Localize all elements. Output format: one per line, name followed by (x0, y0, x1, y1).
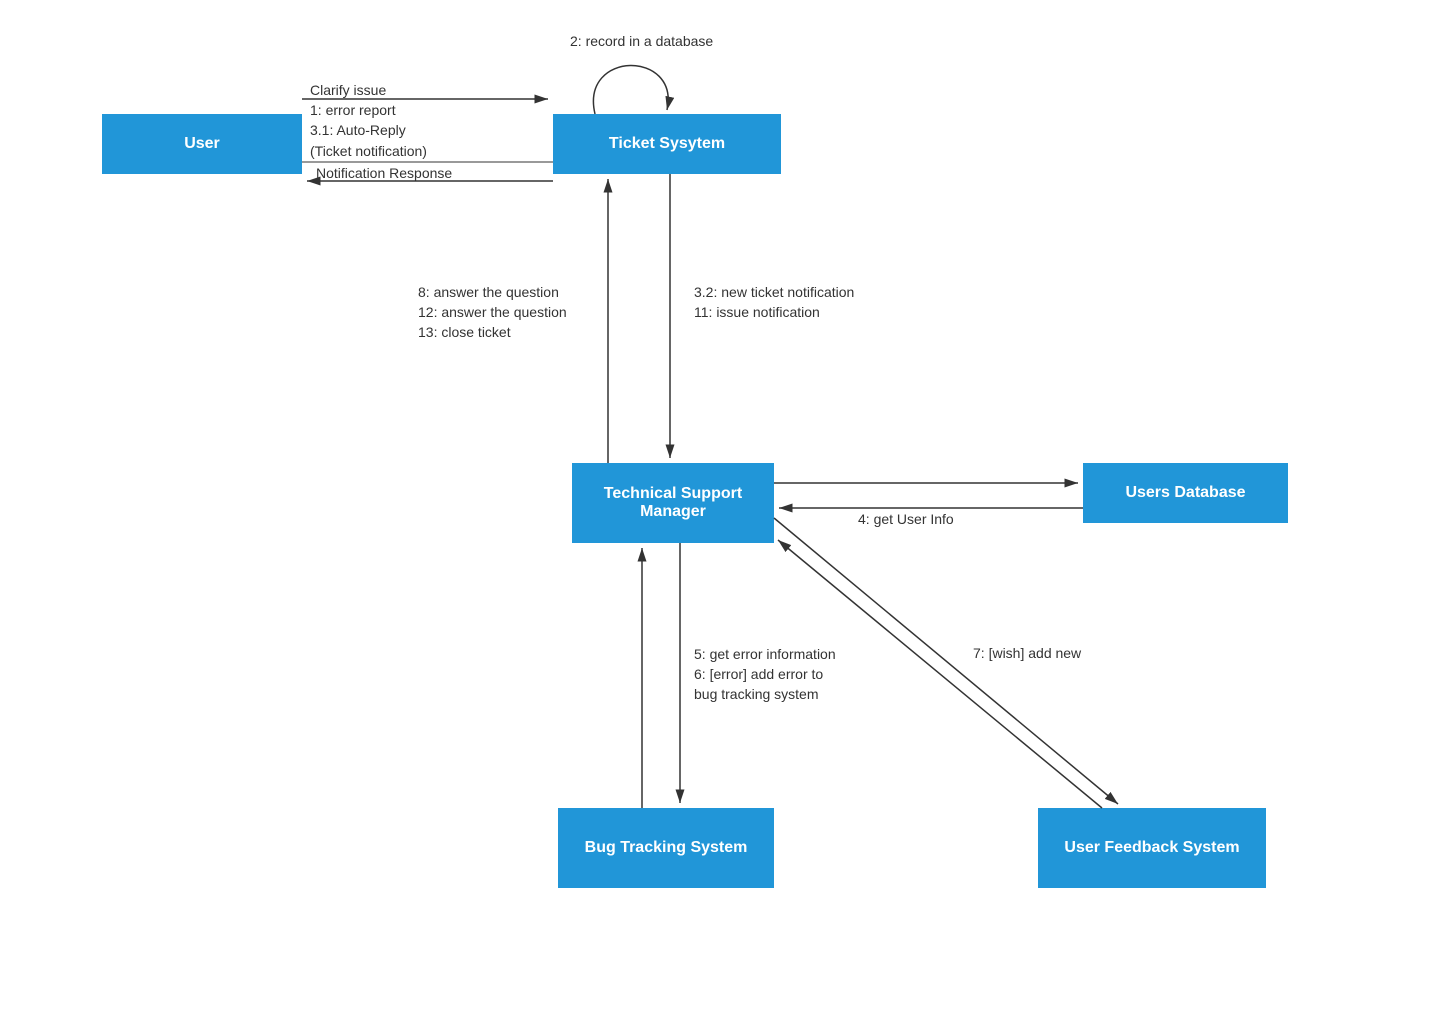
label-answer-12: 12: answer the question (418, 303, 567, 323)
node-user-label: User (184, 135, 220, 153)
label-auto-reply-2: (Ticket notification) (310, 142, 427, 162)
label-get-error-2: 6: [error] add error to (694, 665, 823, 685)
label-answer-8: 8: answer the question (418, 283, 559, 303)
node-ticket-system-label: Ticket Sysytem (609, 135, 725, 153)
node-user-feedback-label: User Feedback System (1064, 839, 1239, 857)
label-get-user-info: 4: get User Info (858, 510, 954, 530)
label-record-db: 2: record in a database (570, 32, 713, 52)
node-users-db-label: Users Database (1125, 484, 1245, 502)
node-bug-tracking: Bug Tracking System (558, 808, 774, 888)
label-clarify: Clarify issue (310, 81, 386, 101)
node-ticket-system: Ticket Sysytem (553, 114, 781, 174)
node-user: User (102, 114, 302, 174)
label-notification-response: Notification Response (316, 164, 452, 184)
node-tech-support: Technical Support Manager (572, 463, 774, 543)
label-wish-add: 7: [wish] add new (973, 644, 1081, 664)
label-error-report: 1: error report (310, 101, 396, 121)
label-get-error-3: bug tracking system (694, 685, 819, 705)
node-tech-support-label: Technical Support Manager (580, 485, 766, 521)
label-new-ticket: 3.2: new ticket notification (694, 283, 854, 303)
label-auto-reply-1: 3.1: Auto-Reply (310, 121, 406, 141)
node-users-db: Users Database (1083, 463, 1288, 523)
label-issue-notif: 11: issue notification (694, 303, 820, 323)
node-user-feedback: User Feedback System (1038, 808, 1266, 888)
label-close-13: 13: close ticket (418, 323, 511, 343)
node-bug-tracking-label: Bug Tracking System (585, 839, 748, 857)
label-get-error-1: 5: get error information (694, 645, 836, 665)
